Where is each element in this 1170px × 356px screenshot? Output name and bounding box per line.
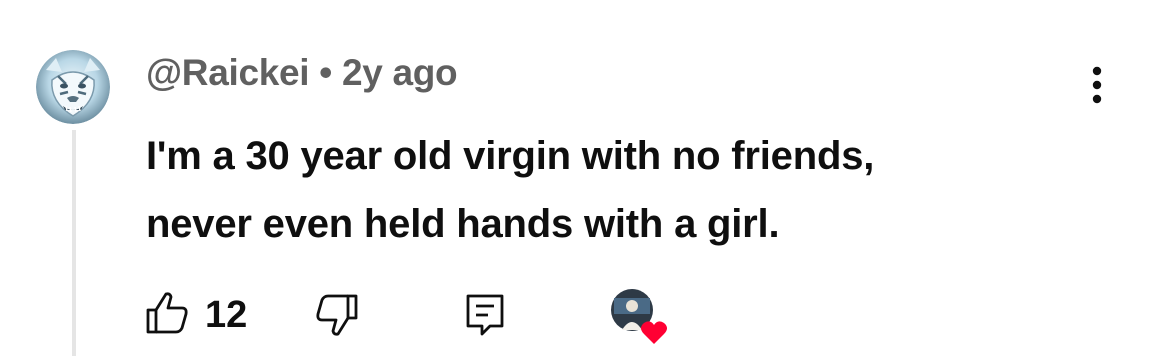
comment-line: never even held hands with a girl.: [146, 202, 780, 246]
meta-separator: •: [319, 52, 332, 93]
more-vertical-icon: [1092, 66, 1102, 104]
creator-heart-badge: [606, 288, 672, 344]
tiger-avatar-icon: [36, 50, 110, 124]
thumbs-up-icon: [146, 292, 188, 334]
like-count: 12: [205, 294, 248, 336]
reply-icon: [466, 294, 504, 336]
thumbs-down-icon: [316, 294, 358, 336]
comment-meta: @Raickei • 2y ago: [146, 52, 458, 94]
avatar[interactable]: [36, 50, 110, 124]
more-options-button[interactable]: [1082, 62, 1112, 110]
creator-avatar-heart-icon: [611, 289, 667, 344]
reply-button[interactable]: [464, 292, 506, 338]
comment-actions: 12: [0, 288, 1170, 344]
comment-timestamp[interactable]: 2y ago: [342, 52, 458, 93]
author-name[interactable]: @Raickei: [146, 52, 310, 93]
comment-line: I'm a 30 year old virgin with no friends…: [146, 134, 875, 178]
comment-text: I'm a 30 year old virgin with no friends…: [146, 122, 1106, 258]
dislike-button[interactable]: [314, 292, 360, 338]
like-button[interactable]: [144, 290, 190, 336]
